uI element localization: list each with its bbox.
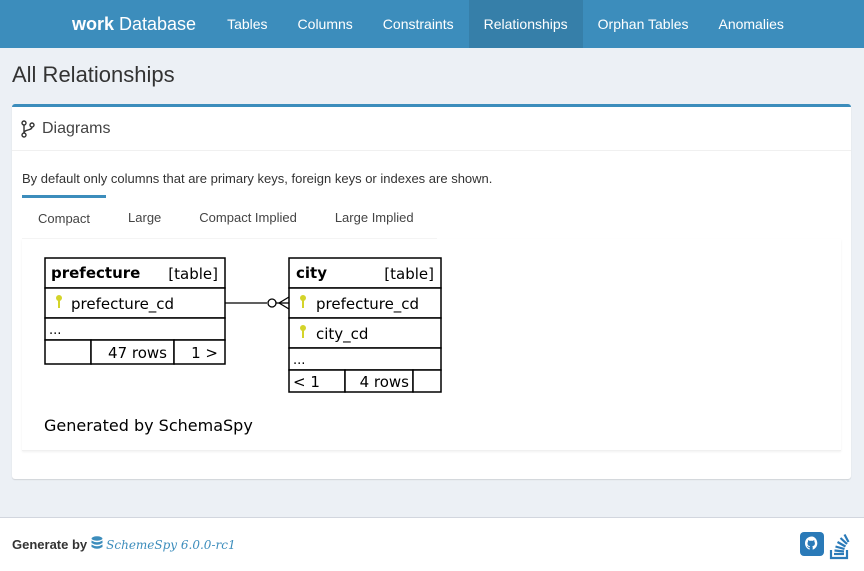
page-footer: Generate by SchemeSpy 6.0.0-rc1 xyxy=(0,517,864,571)
diagram-description: By default only columns that are primary… xyxy=(22,171,493,186)
generate-by-label: Generate by xyxy=(12,537,88,552)
parents-count: < 1 xyxy=(293,373,320,391)
nav-orphan-tables[interactable]: Orphan Tables xyxy=(583,0,704,48)
tab-compact[interactable]: Compact xyxy=(22,195,107,239)
tab-large[interactable]: Large xyxy=(106,195,183,239)
diagram-panel: prefecture [table] prefecture_cd ... 47 … xyxy=(22,239,841,451)
stackoverflow-icon[interactable] xyxy=(828,532,852,565)
column-name: prefecture_cd xyxy=(71,295,174,314)
nav-tables[interactable]: Tables xyxy=(212,0,282,48)
table-name: prefecture xyxy=(51,264,140,282)
footer-credit: Generate by SchemeSpy 6.0.0-rc1 xyxy=(12,536,236,553)
relationship-edge[interactable] xyxy=(225,296,290,310)
diagrams-box: Diagrams By default only columns that ar… xyxy=(12,104,851,479)
nav-constraints[interactable]: Constraints xyxy=(368,0,469,48)
nav-anomalies[interactable]: Anomalies xyxy=(703,0,798,48)
children-count: 1 > xyxy=(191,344,218,362)
footer-icons xyxy=(800,532,852,565)
more-columns: ... xyxy=(49,323,61,338)
github-icon[interactable] xyxy=(800,532,824,565)
box-header: Diagrams xyxy=(12,107,851,151)
tab-compact-implied[interactable]: Compact Implied xyxy=(183,195,319,239)
table-name: city xyxy=(296,264,327,282)
brand-name: Database xyxy=(119,13,197,34)
relationship-diagram: prefecture [table] prefecture_cd ... 47 … xyxy=(44,257,442,435)
brand[interactable]: work Database xyxy=(0,0,212,48)
table-prefecture[interactable]: prefecture [table] prefecture_cd ... 47 … xyxy=(44,257,226,365)
database-icon xyxy=(91,536,103,553)
generated-by-label: Generated by SchemaSpy xyxy=(44,416,253,435)
diagram-tabs: Compact Large Compact Implied Large Impl… xyxy=(22,195,437,239)
column-name: city_cd xyxy=(316,325,368,344)
box-title: Diagrams xyxy=(42,119,111,137)
nav-columns[interactable]: Columns xyxy=(283,0,368,48)
tab-large-implied[interactable]: Large Implied xyxy=(319,195,430,239)
table-type: [table] xyxy=(168,265,218,283)
row-count: 4 rows xyxy=(360,373,410,391)
row-count: 47 rows xyxy=(108,344,167,362)
table-type: [table] xyxy=(384,265,434,283)
top-navbar: work Database Tables Columns Constraints… xyxy=(0,0,864,48)
more-columns: ... xyxy=(293,353,305,368)
nav-relationships[interactable]: Relationships xyxy=(468,0,583,48)
page-title: All Relationships xyxy=(12,62,175,87)
brand-bold: work xyxy=(72,13,115,34)
table-city[interactable]: city [table] prefecture_cd city_cd ... <… xyxy=(288,257,442,393)
branch-icon xyxy=(21,119,35,138)
schemaspy-link[interactable]: SchemeSpy 6.0.0-rc1 xyxy=(106,538,235,552)
column-name: prefecture_cd xyxy=(316,295,419,314)
